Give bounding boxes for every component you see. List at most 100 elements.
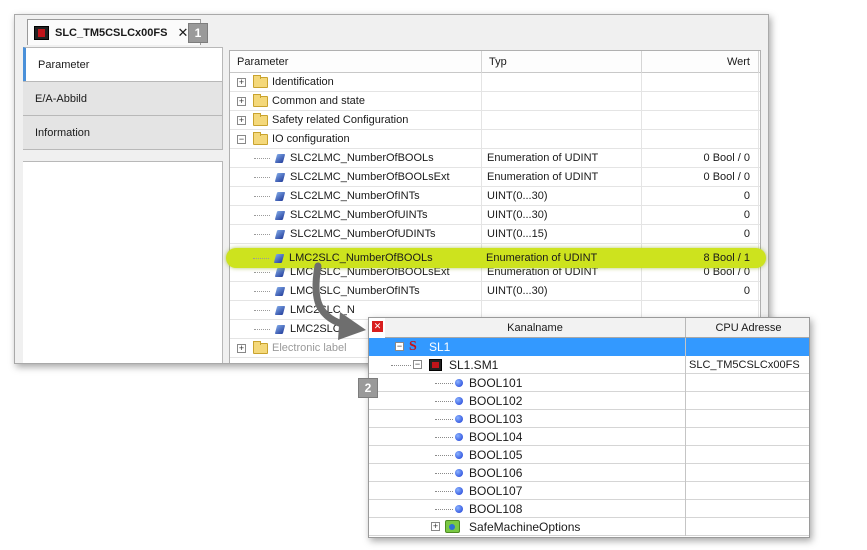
column-header-type[interactable]: Typ [482, 51, 642, 73]
bool-channel-icon [455, 469, 463, 477]
channel-row[interactable]: BOOL107 [369, 482, 809, 500]
parameter-type-cell: UINT(0...30) [482, 187, 642, 206]
parameter-label: SLC2LMC_NumberOfBOOLsExt [290, 171, 450, 183]
parameter-row[interactable]: + Common and state [230, 92, 760, 111]
channel-label: SL1 [429, 340, 451, 354]
parameter-icon [274, 325, 286, 334]
channel-row[interactable]: BOOL102 [369, 392, 809, 410]
close-icon[interactable]: ✕ [372, 321, 383, 332]
cpu-address-cell[interactable] [686, 392, 809, 410]
parameter-label: SLC2LMC_NumberOfUDINTs [290, 228, 436, 240]
cpu-address-cell[interactable] [686, 338, 809, 356]
channel-label: BOOL105 [469, 448, 523, 462]
parameter-row[interactable]: − IO configuration [230, 130, 760, 149]
bool-channel-icon [455, 505, 463, 513]
parameter-name-cell: SLC2LMC_NumberOfUINTs [230, 206, 482, 225]
column-header-value[interactable]: Wert [642, 51, 759, 73]
parameter-row[interactable]: SLC2LMC_NumberOfUINTs UINT(0...30) 0 [230, 206, 760, 225]
parameter-icon [274, 287, 286, 296]
channel-row[interactable]: BOOL104 [369, 428, 809, 446]
channel-rows: − S SL1− SL1.SM1 SLC_TM5CSLCx00FS BOOL101 BOOL… [369, 338, 809, 536]
cpu-address-cell[interactable] [686, 464, 809, 482]
parameter-row[interactable]: + Identification [230, 73, 760, 92]
parameter-value-cell[interactable]: 0 [642, 187, 759, 206]
channel-label: SL1.SM1 [449, 358, 499, 372]
parameter-value-cell[interactable] [642, 130, 759, 149]
channel-label: BOOL102 [469, 394, 523, 408]
parameter-value-cell[interactable] [642, 92, 759, 111]
channel-row[interactable]: + SafeMachineOptions [369, 518, 809, 536]
tree-line [254, 310, 270, 311]
cpu-address-cell[interactable] [686, 428, 809, 446]
side-tab-information[interactable]: Information [23, 115, 223, 150]
parameter-value-cell[interactable]: 0 Bool / 0 [642, 168, 759, 187]
tree-line [254, 234, 270, 235]
channel-row[interactable]: − SL1.SM1 SLC_TM5CSLCx00FS [369, 356, 809, 374]
cpu-address-cell[interactable]: SLC_TM5CSLCx00FS [686, 356, 809, 374]
collapse-icon[interactable]: − [395, 342, 404, 351]
parameter-row[interactable]: SLC2LMC_NumberOfINTs UINT(0...30) 0 [230, 187, 760, 206]
callout-badge-2: 2 [358, 378, 378, 398]
side-panel-blank [23, 161, 223, 363]
column-header-channel-name[interactable]: Kanalname [385, 318, 686, 337]
tree-line [435, 473, 453, 474]
channel-row[interactable]: − S SL1 [369, 338, 809, 356]
channel-row[interactable]: BOOL103 [369, 410, 809, 428]
parameter-label: LMC2SLC_N [290, 323, 355, 335]
highlighted-param-value[interactable]: 8 Bool / 1 [641, 249, 758, 268]
channel-label: BOOL107 [469, 484, 523, 498]
cpu-address-cell[interactable] [686, 446, 809, 464]
close-tab-icon[interactable]: ✕ [177, 25, 188, 41]
column-header-parameter[interactable]: Parameter [230, 51, 482, 73]
highlighted-param-name[interactable]: LMC2SLC_NumberOfBOOLs [289, 249, 433, 268]
cpu-address-cell[interactable] [686, 482, 809, 500]
expand-icon[interactable]: + [237, 344, 246, 353]
safety-module-icon [429, 359, 442, 371]
parameter-name-cell: + Safety related Configuration [230, 111, 482, 130]
expand-icon[interactable]: + [431, 522, 440, 531]
parameter-row[interactable]: SLC2LMC_NumberOfUDINTs UINT(0...15) 0 [230, 225, 760, 244]
collapse-icon[interactable]: − [413, 360, 422, 369]
channel-row[interactable]: BOOL105 [369, 446, 809, 464]
parameter-row[interactable]: LMC2SLC_NumberOfINTs UINT(0...30) 0 [230, 282, 760, 301]
parameter-value-cell[interactable]: 0 [642, 282, 759, 301]
tree-line [391, 365, 411, 366]
parameter-value-cell[interactable]: 0 [642, 225, 759, 244]
channel-name-cell: − S SL1 [369, 338, 686, 356]
parameter-value-cell[interactable] [642, 73, 759, 92]
side-tab-parameter[interactable]: Parameter [23, 47, 223, 82]
parameter-group-label: Electronic label [272, 342, 347, 354]
channel-row[interactable]: BOOL106 [369, 464, 809, 482]
cpu-address-cell[interactable] [686, 374, 809, 392]
expand-icon[interactable]: + [237, 78, 246, 87]
bool-channel-icon [455, 487, 463, 495]
expand-icon[interactable]: + [237, 97, 246, 106]
tree-line [435, 419, 453, 420]
collapse-icon[interactable]: − [237, 135, 246, 144]
cpu-address-cell[interactable] [686, 500, 809, 518]
channel-row[interactable]: BOOL108 [369, 500, 809, 518]
channel-row[interactable]: BOOL101 [369, 374, 809, 392]
folder-icon [253, 113, 268, 126]
tree-line [254, 196, 270, 197]
parameter-value-cell[interactable]: 0 Bool / 0 [642, 149, 759, 168]
parameter-row[interactable]: SLC2LMC_NumberOfBOOLs Enumeration of UDIN… [230, 149, 760, 168]
parameter-icon [274, 192, 286, 201]
editor-tab-slc[interactable]: SLC_TM5CSLCx00FS ✕ [27, 19, 202, 45]
cpu-address-cell[interactable] [686, 410, 809, 428]
side-tab-io-image[interactable]: E/A-Abbild [23, 81, 223, 116]
editor-tab-title: SLC_TM5CSLCx00FS [55, 26, 168, 39]
parameter-type-cell: UINT(0...15) [482, 225, 642, 244]
parameter-value-cell[interactable] [642, 111, 759, 130]
parameter-value-cell[interactable]: 0 [642, 206, 759, 225]
parameter-row[interactable]: SLC2LMC_NumberOfBOOLsExt Enumeration of U… [230, 168, 760, 187]
parameter-group-label: Identification [272, 76, 334, 88]
parameter-row[interactable]: + Safety related Configuration [230, 111, 760, 130]
parameter-label: LMC2SLC_NumberOfINTs [290, 285, 420, 297]
channel-label: BOOL106 [469, 466, 523, 480]
channel-grid-header: Kanalname CPU Adresse [385, 318, 809, 338]
column-header-cpu-address[interactable]: CPU Adresse [686, 318, 809, 337]
parameter-type-cell: UINT(0...30) [482, 282, 642, 301]
cpu-address-cell[interactable] [686, 518, 809, 536]
expand-icon[interactable]: + [237, 116, 246, 125]
